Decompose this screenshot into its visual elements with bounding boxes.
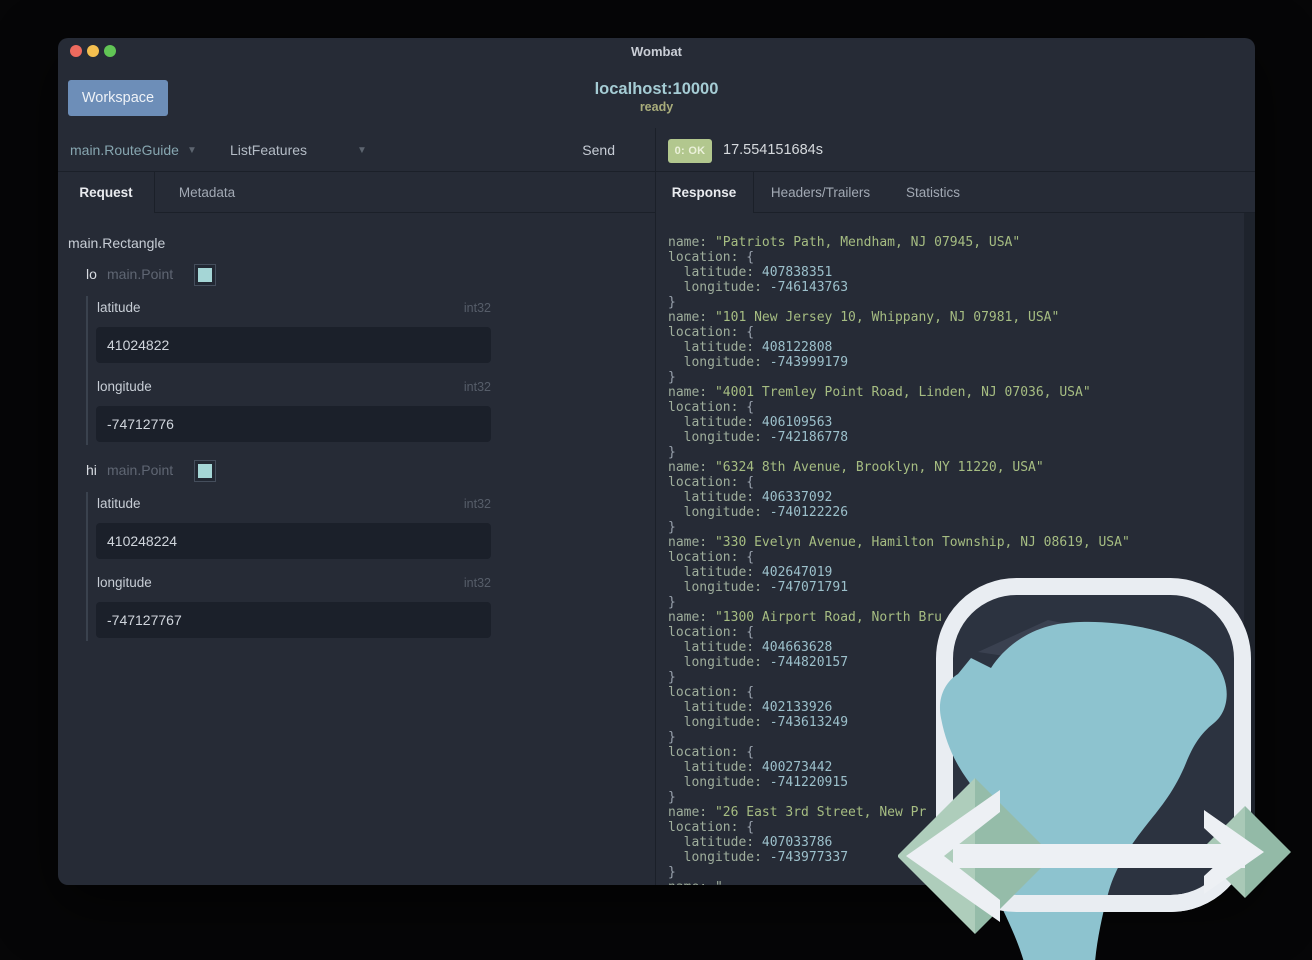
field-type-badge: int32: [463, 380, 491, 394]
panel-divider: [655, 128, 656, 885]
field-type-badge: int32: [463, 301, 491, 315]
server-address: localhost:10000: [594, 80, 719, 98]
field-label: latitude: [97, 496, 141, 511]
lo-longitude-input[interactable]: [96, 406, 491, 442]
checkbox-fill: [198, 464, 212, 478]
response-body: name: "Patriots Path, Mendham, NJ 07945,…: [668, 235, 1130, 885]
chevron-down-icon: ▼: [357, 144, 367, 156]
chevron-down-icon: ▼: [186, 144, 197, 156]
tab-response[interactable]: Response: [655, 172, 753, 213]
method-select-value: ListFeatures: [230, 142, 308, 158]
checkbox-fill: [198, 268, 212, 282]
field-type-hi: main.Point: [107, 462, 174, 478]
method-select[interactable]: ListFeatures ▼: [230, 128, 367, 172]
lo-latitude-input[interactable]: [96, 327, 491, 363]
field-enabled-checkbox-hi[interactable]: [194, 460, 216, 482]
tab-metadata[interactable]: Metadata: [154, 172, 260, 213]
send-button[interactable]: Send: [576, 128, 621, 172]
field-type-badge: int32: [463, 497, 491, 511]
field-label: longitude: [97, 575, 152, 590]
divider: [753, 172, 754, 213]
window-title: Wombat: [630, 44, 683, 59]
nesting-line: [86, 296, 88, 445]
server-status: ready: [639, 100, 674, 114]
hi-longitude-input[interactable]: [96, 602, 491, 638]
service-select[interactable]: main.RouteGuide ▼: [70, 128, 197, 172]
tab-request-label: Request: [79, 185, 133, 200]
hi-latitude-input[interactable]: [96, 523, 491, 559]
field-type-badge: int32: [463, 576, 491, 590]
call-duration: 17.554151684s: [723, 142, 823, 158]
field-name-hi: hi: [86, 462, 97, 478]
screen: Wombat Workspace localhost:10000 ready m…: [0, 0, 1312, 960]
tab-response-label: Response: [671, 185, 737, 200]
tab-metadata-label: Metadata: [178, 185, 236, 200]
tab-request[interactable]: Request: [58, 172, 154, 213]
wombat-window: Wombat Workspace localhost:10000 ready m…: [58, 38, 1255, 885]
tab-headers-trailers[interactable]: Headers/Trailers: [753, 172, 888, 213]
field-label: latitude: [97, 300, 141, 315]
field-type-lo: main.Point: [107, 266, 174, 282]
status-code-badge: 0: OK: [668, 139, 712, 163]
divider: [154, 212, 655, 213]
tab-statistics[interactable]: Statistics: [888, 172, 978, 213]
divider: [753, 212, 1255, 213]
divider: [154, 172, 155, 213]
field-enabled-checkbox-lo[interactable]: [194, 264, 216, 286]
message-type-label: main.Rectangle: [68, 235, 166, 251]
field-name-lo: lo: [86, 266, 97, 282]
tab-headers-trailers-label: Headers/Trailers: [770, 185, 871, 200]
response-scrollbar[interactable]: [1244, 213, 1255, 885]
nesting-line: [86, 492, 88, 641]
service-select-value: main.RouteGuide: [70, 142, 179, 158]
tab-statistics-label: Statistics: [905, 185, 960, 200]
server-info: localhost:10000 ready: [58, 80, 1255, 115]
field-label: longitude: [97, 379, 152, 394]
